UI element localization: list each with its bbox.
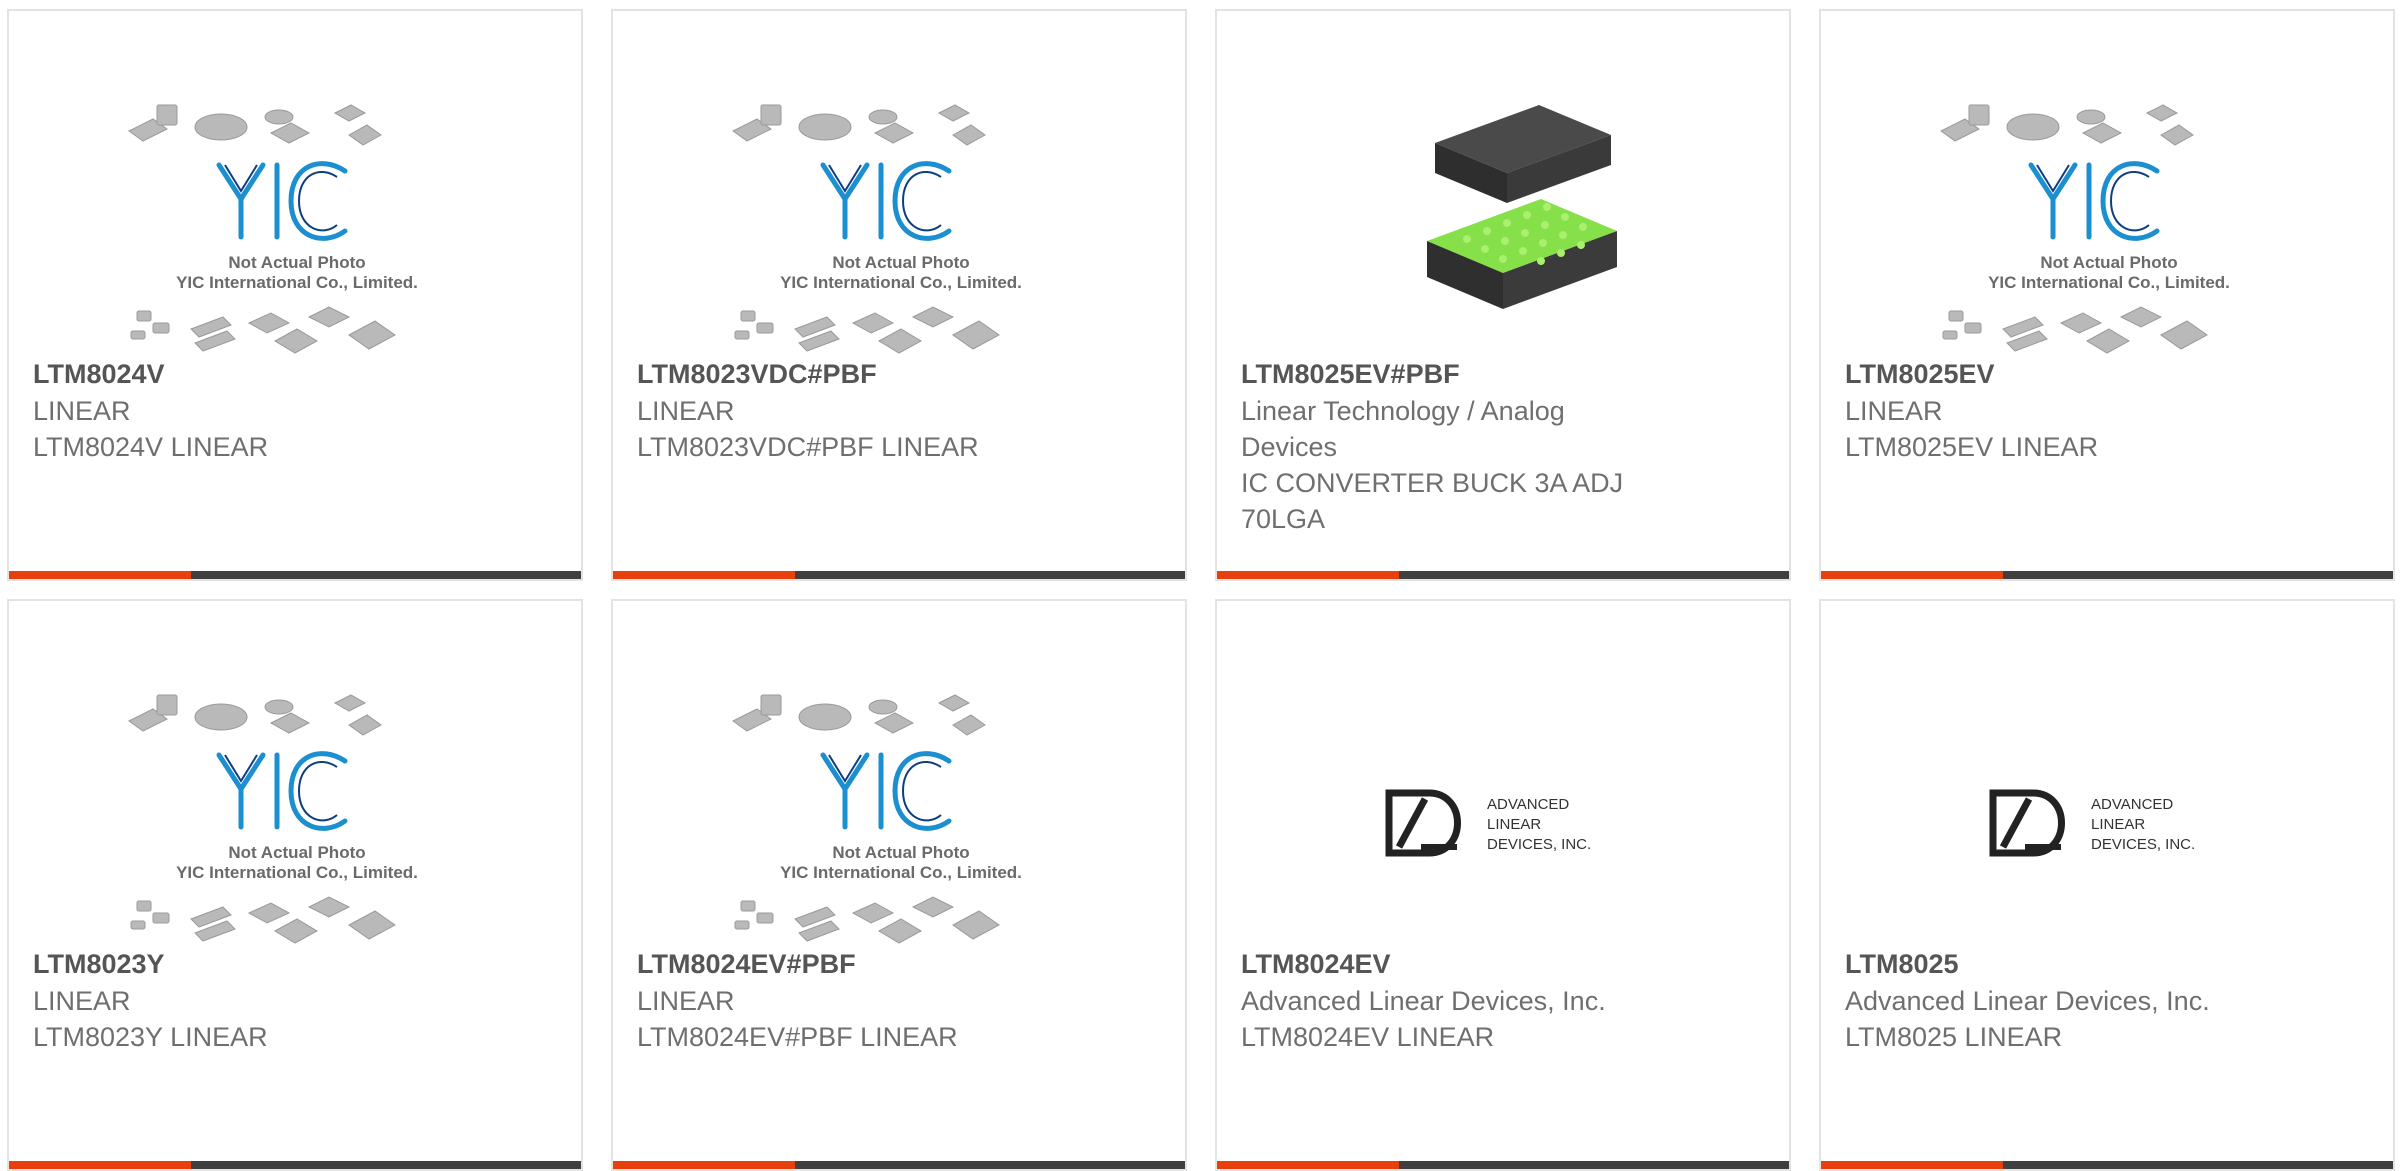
ald-logo-text: LINEAR [2091,816,2145,833]
part-number-link[interactable]: LTM8025EV [1845,357,2265,391]
part-number-link[interactable]: LTM8025 [1845,947,2265,981]
product-card[interactable]: ADVANCED LINEAR DEVICES, INC. LTM8025 Ad… [1819,599,2395,1171]
not-actual-photo-label: Not Actual Photo [228,843,365,862]
yic-placeholder-image[interactable]: Not Actual Photo YIC International Co., … [713,91,1089,361]
product-card[interactable]: Not Actual Photo YIC International Co., … [611,599,1187,1171]
card-accent-bar [9,1161,191,1169]
yic-placeholder-image[interactable]: Not Actual Photo YIC International Co., … [1921,91,2297,361]
card-bottom-bar [613,1161,1185,1169]
not-actual-photo-label: Not Actual Photo [832,843,969,862]
card-bottom-bar [613,571,1185,579]
description-label: LTM8024EV LINEAR [1241,1022,1495,1052]
company-label: YIC International Co., Limited. [176,863,418,882]
manufacturer-label: LINEAR [637,396,735,426]
part-number-link[interactable]: LTM8024EV#PBF [637,947,1057,981]
card-accent-bar [613,571,795,579]
card-bottom-bar [1821,571,2393,579]
card-accent-bar [1821,571,2003,579]
ald-logo-text: DEVICES, INC. [1487,836,1591,853]
product-card[interactable]: LTM8025EV#PBF Linear Technology / Analog… [1215,9,1791,581]
card-bottom-bar [1217,571,1789,579]
ald-logo-text: ADVANCED [1487,796,1569,813]
manufacturer-label: Advanced Linear Devices, Inc. [1241,986,1606,1016]
description-label: LTM8025 LINEAR [1845,1022,2063,1052]
product-card[interactable]: Not Actual Photo YIC International Co., … [7,9,583,581]
yic-placeholder-image[interactable]: Not Actual Photo YIC International Co., … [109,91,485,361]
card-accent-bar [9,571,191,579]
manufacturer-label: LINEAR [637,986,735,1016]
card-accent-bar [1217,571,1399,579]
manufacturer-label: LINEAR [1845,396,1943,426]
product-card[interactable]: ADVANCED LINEAR DEVICES, INC. LTM8024EV … [1215,599,1791,1171]
description-label: LTM8025EV LINEAR [1845,432,2099,462]
ald-logo-text: LINEAR [1487,816,1541,833]
not-actual-photo-label: Not Actual Photo [2040,253,2177,272]
yic-placeholder-image[interactable]: Not Actual Photo YIC International Co., … [109,681,485,951]
description-label: LTM8023Y LINEAR [33,1022,268,1052]
part-number-link[interactable]: LTM8024EV [1241,947,1661,981]
company-label: YIC International Co., Limited. [780,863,1022,882]
ald-logo-image[interactable]: ADVANCED LINEAR DEVICES, INC. [1921,681,2297,951]
manufacturer-label: Linear Technology / Analog Devices [1241,396,1565,462]
product-card[interactable]: Not Actual Photo YIC International Co., … [1819,9,2395,581]
card-bottom-bar [9,1161,581,1169]
card-bottom-bar [1217,1161,1789,1169]
manufacturer-label: LINEAR [33,986,131,1016]
lga-package-image[interactable] [1317,91,1693,361]
product-info: LTM8025EV LINEAR LTM8025EV LINEAR [1845,357,2265,465]
product-info: LTM8024EV#PBF LINEAR LTM8024EV#PBF LINEA… [637,947,1057,1055]
company-label: YIC International Co., Limited. [780,273,1022,292]
part-number-link[interactable]: LTM8024V [33,357,453,391]
card-bottom-bar [9,571,581,579]
product-info: LTM8023VDC#PBF LINEAR LTM8023VDC#PBF LIN… [637,357,1057,465]
description-label: LTM8024EV#PBF LINEAR [637,1022,958,1052]
card-accent-bar [613,1161,795,1169]
card-bottom-bar [1821,1161,2393,1169]
description-label: IC CONVERTER BUCK 3A ADJ 70LGA [1241,468,1624,534]
ald-logo-text: ADVANCED [2091,796,2173,813]
product-info: LTM8025 Advanced Linear Devices, Inc. LT… [1845,947,2265,1055]
description-label: LTM8023VDC#PBF LINEAR [637,432,979,462]
part-number-link[interactable]: LTM8023VDC#PBF [637,357,1057,391]
not-actual-photo-label: Not Actual Photo [228,253,365,272]
yic-placeholder-image[interactable]: Not Actual Photo YIC International Co., … [713,681,1089,951]
ald-logo-image[interactable]: ADVANCED LINEAR DEVICES, INC. [1317,681,1693,951]
product-grid: Not Actual Photo YIC International Co., … [0,0,2400,1171]
product-info: LTM8025EV#PBF Linear Technology / Analog… [1241,357,1661,537]
not-actual-photo-label: Not Actual Photo [832,253,969,272]
manufacturer-label: Advanced Linear Devices, Inc. [1845,986,2210,1016]
card-accent-bar [1821,1161,2003,1169]
product-info: LTM8024V LINEAR LTM8024V LINEAR [33,357,453,465]
description-label: LTM8024V LINEAR [33,432,269,462]
product-info: LTM8023Y LINEAR LTM8023Y LINEAR [33,947,453,1055]
ald-logo-text: DEVICES, INC. [2091,836,2195,853]
manufacturer-label: LINEAR [33,396,131,426]
product-info: LTM8024EV Advanced Linear Devices, Inc. … [1241,947,1661,1055]
company-label: YIC International Co., Limited. [1988,273,2230,292]
product-card[interactable]: Not Actual Photo YIC International Co., … [7,599,583,1171]
part-number-link[interactable]: LTM8023Y [33,947,453,981]
company-label: YIC International Co., Limited. [176,273,418,292]
product-card[interactable]: Not Actual Photo YIC International Co., … [611,9,1187,581]
part-number-link[interactable]: LTM8025EV#PBF [1241,357,1661,391]
card-accent-bar [1217,1161,1399,1169]
